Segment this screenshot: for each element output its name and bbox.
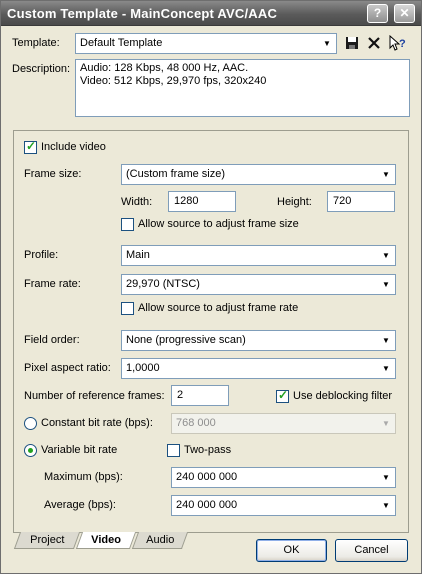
profile-label: Profile: (24, 249, 59, 261)
description-line: Audio: 128 Kbps, 48 000 Hz, AAC. (80, 62, 249, 74)
profile-value: Main (126, 249, 150, 261)
floppy-disk-icon (346, 37, 358, 49)
tab-label: Video (91, 534, 122, 546)
average-label: Average (bps): (44, 499, 116, 511)
pixel-aspect-value: 1,0000 (126, 362, 160, 374)
tab-project[interactable]: Project (13, 532, 81, 549)
deblocking-checkbox[interactable] (276, 388, 289, 403)
field-order-value: None (progressive scan) (126, 334, 246, 346)
delete-x-icon (368, 37, 380, 49)
window-title: Custom Template - MainConcept AVC/AAC (7, 6, 278, 21)
template-label: Template: (12, 37, 60, 49)
vbr-label: Variable bit rate (41, 444, 118, 456)
frame-size-value: (Custom frame size) (126, 168, 226, 180)
maximum-label: Maximum (bps): (44, 471, 123, 483)
template-dropdown[interactable]: Default Template ▼ (75, 33, 337, 54)
include-video-checkbox[interactable] (24, 139, 37, 154)
ref-frames-label: Number of reference frames: (24, 390, 165, 402)
description-label: Description: (12, 63, 71, 75)
chevron-down-icon: ▼ (378, 276, 394, 293)
ref-frames-input[interactable]: 2 (171, 385, 229, 406)
height-label: Height: (277, 196, 312, 208)
field-order-label: Field order: (24, 334, 80, 346)
help-title-button[interactable]: ? (367, 4, 388, 23)
description-line: Video: 512 Kbps, 29,970 fps, 320x240 (80, 75, 267, 87)
width-input[interactable]: 1280 (168, 191, 236, 212)
chevron-down-icon: ▼ (378, 415, 394, 432)
chevron-down-icon: ▼ (378, 360, 394, 377)
deblocking-label: Use deblocking filter (293, 390, 393, 402)
save-template-button[interactable] (342, 33, 362, 53)
allow-frame-size-label: Allow source to adjust frame size (138, 218, 299, 230)
chevron-down-icon: ▼ (378, 469, 394, 486)
dialog-window: Custom Template - MainConcept AVC/AAC ? … (0, 0, 422, 574)
ref-frames-value: 2 (177, 389, 184, 401)
dialog-client: Template: Default Template ▼ ? Descripti… (4, 27, 418, 570)
chevron-down-icon: ▼ (378, 332, 394, 349)
maximum-dropdown[interactable]: 240 000 000 ▼ (171, 467, 396, 488)
vbr-radio[interactable] (24, 444, 37, 457)
allow-frame-size-checkbox[interactable] (121, 218, 134, 231)
tab-label: Project (30, 534, 65, 546)
pixel-aspect-dropdown[interactable]: 1,0000 ▼ (121, 358, 396, 379)
cancel-button[interactable]: Cancel (335, 539, 408, 562)
tab-video[interactable]: Video (75, 532, 137, 549)
frame-rate-value: 29,970 (NTSC) (126, 278, 200, 290)
width-value: 1280 (174, 195, 199, 207)
chevron-down-icon: ▼ (378, 497, 394, 514)
delete-template-button[interactable] (364, 33, 384, 53)
close-title-button[interactable]: ✕ (394, 4, 415, 23)
cbr-dropdown[interactable]: 768 000 ▼ (171, 413, 396, 434)
allow-frame-rate-label: Allow source to adjust frame rate (138, 302, 299, 314)
video-tab-panel: Include video Frame size: (Custom frame … (13, 130, 409, 532)
profile-dropdown[interactable]: Main ▼ (121, 245, 396, 266)
include-video-label: Include video (41, 141, 106, 153)
ok-button[interactable]: OK (256, 539, 327, 562)
width-label: Width: (121, 196, 153, 208)
svg-text:?: ? (399, 38, 406, 50)
chevron-down-icon: ▼ (378, 166, 394, 183)
frame-size-dropdown[interactable]: (Custom frame size) ▼ (121, 164, 396, 185)
tab-label: Audio (146, 534, 175, 546)
height-value: 720 (333, 195, 352, 207)
frame-rate-label: Frame rate: (24, 278, 81, 290)
average-value: 240 000 000 (176, 499, 238, 511)
title-bar: Custom Template - MainConcept AVC/AAC ? … (1, 1, 421, 26)
frame-size-label: Frame size: (24, 168, 82, 180)
whats-this-help-button[interactable]: ? (387, 33, 407, 53)
pixel-aspect-label: Pixel aspect ratio: (24, 362, 111, 374)
two-pass-label: Two-pass (184, 444, 232, 456)
frame-rate-dropdown[interactable]: 29,970 (NTSC) ▼ (121, 274, 396, 295)
cbr-radio[interactable] (24, 417, 37, 430)
average-dropdown[interactable]: 240 000 000 ▼ (171, 495, 396, 516)
allow-frame-rate-checkbox[interactable] (121, 302, 134, 315)
template-value: Default Template (80, 37, 163, 49)
two-pass-checkbox[interactable] (167, 444, 180, 457)
chevron-down-icon: ▼ (378, 247, 394, 264)
tab-audio[interactable]: Audio (131, 532, 189, 549)
height-input[interactable]: 720 (327, 191, 395, 212)
field-order-dropdown[interactable]: None (progressive scan) ▼ (121, 330, 396, 351)
cbr-label: Constant bit rate (bps): (41, 417, 153, 429)
description-box[interactable]: Audio: 128 Kbps, 48 000 Hz, AAC. Video: … (75, 59, 410, 117)
maximum-value: 240 000 000 (176, 471, 238, 483)
chevron-down-icon: ▼ (319, 35, 335, 52)
cbr-value: 768 000 (176, 417, 216, 429)
whats-this-help-icon: ? (389, 34, 406, 51)
